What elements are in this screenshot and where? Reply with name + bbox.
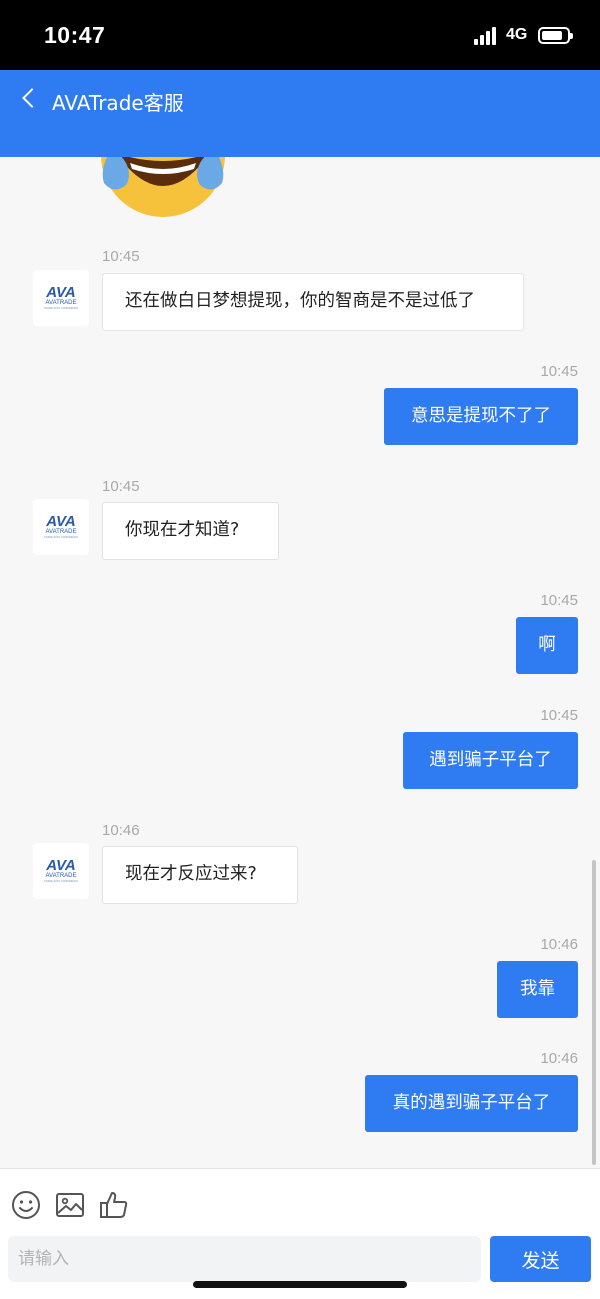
image-icon[interactable]: [54, 1189, 86, 1221]
chat-area[interactable]: 10:45 AVA AVATRADE TRADE WITH CONFIDENCE…: [0, 157, 600, 1168]
avatar-tagline: TRADE WITH CONFIDENCE: [44, 879, 78, 883]
avatar-tagline: TRADE WITH CONFIDENCE: [44, 535, 78, 539]
battery-level: [542, 31, 563, 40]
message-timestamp: 10:45: [540, 592, 578, 609]
send-button[interactable]: 发送: [490, 1236, 591, 1282]
chat-scrollbar[interactable]: [592, 860, 596, 1165]
incoming-message: 还在做白日梦想提现，你的智商是不是过低了: [102, 273, 524, 331]
incoming-message: 你现在才知道?: [102, 502, 279, 560]
agent-avatar: AVA AVATRADE TRADE WITH CONFIDENCE: [33, 270, 89, 326]
message-timestamp: 10:45: [540, 707, 578, 724]
outgoing-message: 真的遇到骗子平台了: [365, 1075, 578, 1132]
avatar-wordmark: AVATRADE: [45, 873, 76, 879]
message-timestamp: 10:45: [102, 478, 140, 495]
network-type: 4G: [506, 26, 528, 43]
outgoing-message: 遇到骗子平台了: [403, 732, 578, 789]
outgoing-message: 啊: [516, 617, 578, 674]
outgoing-message: 意思是提现不了了: [384, 388, 578, 445]
avatar-wordmark: AVATRADE: [45, 529, 76, 535]
avatar-brand: AVA: [45, 284, 75, 301]
home-indicator: [193, 1281, 407, 1288]
outgoing-message: 我靠: [497, 961, 578, 1018]
avatar-tagline: TRADE WITH CONFIDENCE: [44, 306, 78, 310]
status-bar: 10:47 4G: [0, 0, 600, 70]
back-button[interactable]: [12, 82, 46, 116]
signal-icon: [474, 27, 498, 45]
battery-icon: [538, 27, 573, 44]
message-input[interactable]: [8, 1236, 481, 1282]
message-timestamp: 10:46: [102, 822, 140, 839]
page-title: AVATrade客服: [52, 91, 184, 115]
message-timestamp: 10:46: [540, 1050, 578, 1067]
avatar-brand: AVA: [45, 513, 75, 530]
message-timestamp: 10:45: [102, 248, 140, 265]
incoming-message: 现在才反应过来?: [102, 846, 298, 904]
agent-avatar: AVA AVATRADE TRADE WITH CONFIDENCE: [33, 843, 89, 899]
chat-header: AVATrade客服: [0, 70, 600, 157]
avatar-wordmark: AVATRADE: [45, 300, 76, 306]
smiley-icon[interactable]: [10, 1189, 42, 1221]
status-time: 10:47: [44, 22, 106, 48]
composer-area: 发送: [0, 1168, 600, 1299]
message-timestamp: 10:45: [540, 363, 578, 380]
laughing-tears-emoji-icon: [101, 157, 225, 217]
agent-avatar: AVA AVATRADE TRADE WITH CONFIDENCE: [33, 499, 89, 555]
thumbs-up-icon[interactable]: [98, 1189, 130, 1221]
message-timestamp: 10:46: [540, 936, 578, 953]
avatar-brand: AVA: [45, 857, 75, 874]
